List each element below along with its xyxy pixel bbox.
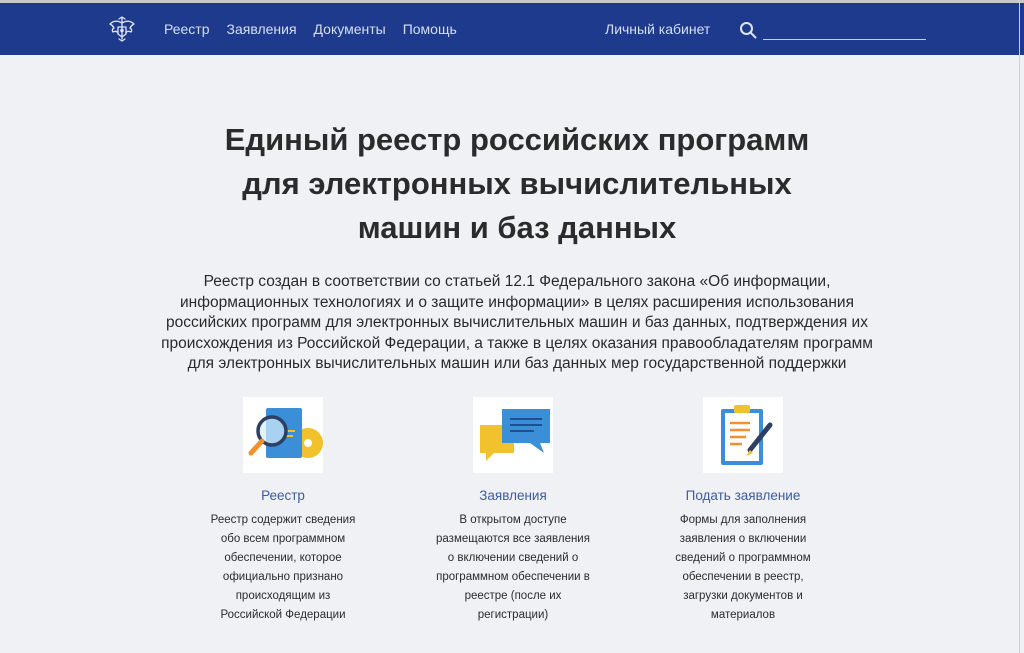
page-title-line: машин и баз данных	[357, 210, 677, 245]
card-desc-line: заявления о включении	[679, 533, 807, 545]
window-right-border	[1019, 0, 1020, 653]
card-link-applications[interactable]: Заявления	[418, 488, 608, 503]
nav-link-applications[interactable]: Заявления	[227, 21, 297, 37]
card-desc-line: размещаются все заявления	[436, 533, 590, 545]
feature-card-applications: Заявления В открытом доступе размещаются…	[418, 395, 608, 625]
intro-line: Реестр создан в соответствии со статьей …	[203, 273, 831, 290]
nav-link-registry[interactable]: Реестр	[164, 21, 210, 37]
intro-line: российских программ для электронных вычи…	[166, 314, 868, 331]
card-desc-line: обо всем программном	[220, 533, 346, 545]
card-desc-line: реестре (после их	[464, 590, 562, 602]
card-description: В открытом доступе размещаются все заявл…	[418, 511, 608, 625]
card-desc-line: обеспечении в реестр,	[682, 571, 804, 583]
page-title-line: для электронных вычислительных	[242, 166, 792, 201]
card-desc-line: материалов	[710, 609, 776, 621]
card-description: Формы для заполнения заявления о включен…	[648, 511, 838, 625]
intro-paragraph: Реестр создан в соответствии со статьей …	[130, 272, 904, 375]
chat-bubbles-icon[interactable]	[468, 395, 558, 475]
registry-search-icon[interactable]	[238, 395, 328, 475]
card-desc-line: о включении сведений о	[447, 552, 579, 564]
main-nav: Реестр Заявления Документы Помощь	[164, 3, 474, 55]
site-header: Реестр Заявления Документы Помощь Личный…	[0, 3, 1024, 55]
intro-line: происхождения из Российской Федерации, а…	[161, 334, 873, 352]
feature-card-registry: Реестр Реестр содержит сведения обо всем…	[188, 395, 378, 625]
nav-link-documents[interactable]: Документы	[314, 21, 386, 37]
card-desc-line: программном обеспечении в	[436, 571, 590, 583]
card-desc-line: регистрации)	[477, 609, 549, 621]
feature-card-submit: Подать заявление Формы для заполнения за…	[648, 395, 838, 625]
page-title-line: Единый реестр российских программ	[224, 122, 810, 157]
intro-line: для электронных вычислительных машин или…	[187, 355, 847, 372]
search-icon[interactable]	[739, 21, 757, 39]
card-description: Реестр содержит сведения обо всем програ…	[188, 511, 378, 625]
card-desc-line: загрузки документов и	[683, 590, 803, 602]
card-desc-line: В открытом доступе	[459, 514, 567, 526]
card-desc-line: официально признано	[222, 571, 344, 583]
card-desc-line: Российской Федерации	[220, 609, 346, 621]
intro-line: информационных технологиях и о защите ин…	[180, 293, 854, 311]
eagle-emblem-icon[interactable]	[106, 13, 138, 45]
card-desc-line: происходящим из	[235, 590, 331, 602]
card-link-registry[interactable]: Реестр	[188, 488, 378, 503]
card-link-submit[interactable]: Подать заявление	[648, 488, 838, 503]
clipboard-pen-icon[interactable]	[698, 395, 788, 475]
search-input[interactable]	[763, 17, 926, 40]
card-desc-line: сведений о программном	[675, 552, 811, 564]
page-title: Единый реестр российских программ для эл…	[180, 118, 854, 250]
personal-cabinet-link[interactable]: Личный кабинет	[605, 21, 710, 37]
card-desc-line: обеспечении, которое	[224, 552, 342, 564]
card-desc-line: Реестр содержит сведения	[210, 514, 356, 526]
card-desc-line: Формы для заполнения	[679, 514, 807, 526]
nav-link-help[interactable]: Помощь	[403, 21, 457, 37]
